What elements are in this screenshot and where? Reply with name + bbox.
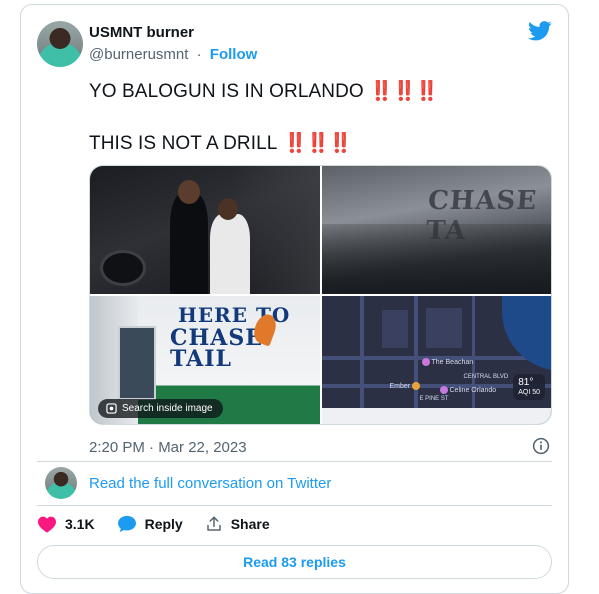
heart-icon [38,516,56,533]
search-chip-label: Search inside image [122,403,213,414]
tweet-card: USMNT burner @burnerusmnt · Follow YO BA… [20,4,569,594]
divider-bottom [37,505,552,506]
photo-chase-tail-banner[interactable]: CHASE TA [321,166,551,294]
conversation-avatar[interactable] [45,467,77,499]
read-replies-button[interactable]: Read 83 replies [37,545,552,579]
action-bar: 3.1K Reply Share [37,515,292,533]
reply-button[interactable]: Reply [117,515,183,533]
map-street-1: CENTRAL BLVD [463,374,509,380]
share-icon [206,516,221,531]
twitter-bird-icon[interactable] [528,21,552,41]
author-handle[interactable]: @burnerusmnt [89,46,188,63]
map-place-1: The Beachan [421,358,473,366]
search-inside-image-button[interactable]: Search inside image [98,399,223,418]
tweet-text-main-2: THIS IS NOT A DRILL [89,133,278,154]
author-name[interactable]: USMNT burner [89,24,194,41]
info-icon[interactable] [532,437,550,455]
reply-label: Reply [144,516,183,532]
tweet-timestamp[interactable]: 2:20 PM · Mar 22, 2023 [89,439,247,456]
divider-top [37,461,552,462]
tweet-text-line-2: THIS IS NOT A DRILL ‼️‼️‼️ [89,131,352,155]
weather-aqi: AQI 50 [518,388,540,396]
like-count: 3.1K [65,516,95,532]
like-button[interactable]: 3.1K [37,515,95,533]
share-label: Share [230,516,270,532]
mural-text-line-2: CHASE TAIL [170,325,264,372]
handle-separator: · [196,46,202,63]
photo-map-screenshot[interactable]: The Beachan Ember Celine Orlando CENTRAL… [321,296,551,424]
map-street-2: E PINE ST [419,396,449,402]
read-conversation-link[interactable]: Read the full conversation on Twitter [89,475,331,492]
map-weather-widget: 81° AQI 50 [513,373,545,400]
map-place-2: Ember [390,382,423,390]
tweet-text-line-1: YO BALOGUN IS IN ORLANDO ‼️‼️‼️ [89,79,439,103]
tweet-emphasis-1: ‼️‼️‼️ [369,81,439,102]
reply-bubble-icon [117,515,136,533]
map-place-3: Celine Orlando [439,386,496,394]
author-handle-row: @burnerusmnt · Follow [89,46,257,63]
search-image-icon [106,403,117,414]
media-grid: CHASE TA HERE TO CHASE TAIL Search insid… [89,165,552,425]
weather-temp: 81° [518,376,534,388]
photo-players-by-car[interactable] [90,166,320,294]
tweet-text-main-1: YO BALOGUN IS IN ORLANDO [89,81,364,102]
tweet-emphasis-2: ‼️‼️‼️ [283,133,352,154]
share-button[interactable]: Share [205,515,270,533]
author-avatar[interactable] [37,21,83,67]
follow-button[interactable]: Follow [210,46,258,63]
photo-mural-wall[interactable]: HERE TO CHASE TAIL Search inside image [90,296,320,424]
